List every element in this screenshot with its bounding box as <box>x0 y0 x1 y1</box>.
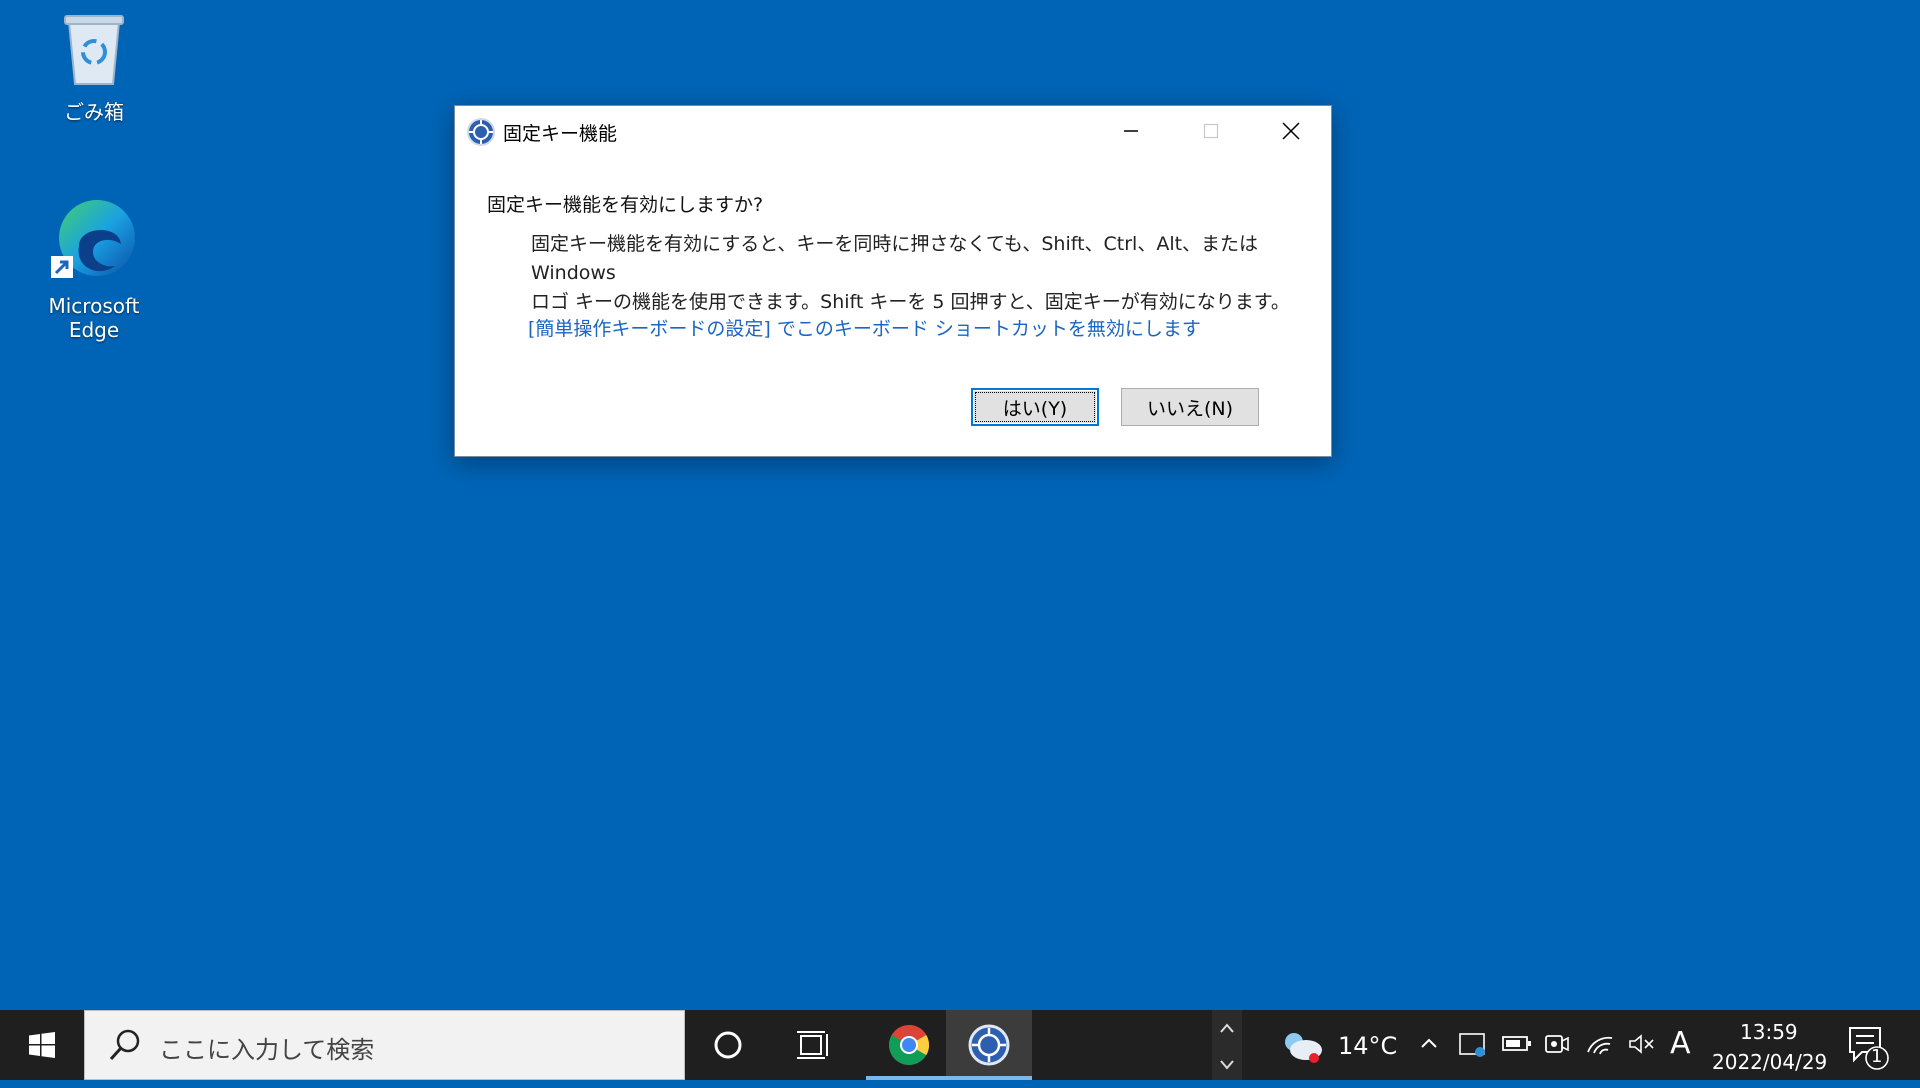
chevron-down-icon <box>1220 1060 1234 1070</box>
weather-temperature[interactable]: 14°C <box>1338 1032 1397 1060</box>
clock-time[interactable]: 13:59 <box>1740 1020 1798 1044</box>
close-button[interactable] <box>1251 106 1331 156</box>
cortana-button[interactable] <box>685 1010 771 1080</box>
show-hidden-icons-icon[interactable] <box>1418 1032 1440 1060</box>
title-bar[interactable]: 固定キー機能 <box>455 106 1331 156</box>
desktop-icon-edge[interactable]: Microsoft Edge <box>24 196 164 342</box>
task-view-icon <box>797 1031 828 1059</box>
weather-cloud-icon[interactable] <box>1280 1028 1326 1064</box>
dialog-question: 固定キー機能を有効にしますか? <box>487 194 764 216</box>
active-indicator <box>946 1076 1032 1080</box>
wifi-icon[interactable] <box>1586 1032 1614 1062</box>
ime-mode-indicator[interactable]: A <box>1670 1026 1691 1061</box>
yes-button[interactable]: はい(Y) <box>971 388 1099 426</box>
sticky-keys-dialog: 固定キー機能 固定キー機能を有効にしますか? 固定キー機能を有効にすると、キーを… <box>454 105 1332 457</box>
notification-count-badge: 1 <box>1871 1046 1883 1067</box>
dialog-body-line: 固定キー機能を有効にすると、キーを同時に押さなくても、Shift、Ctrl、Al… <box>531 233 1259 284</box>
dialog-title: 固定キー機能 <box>503 123 618 145</box>
close-icon <box>1282 122 1300 140</box>
active-indicator <box>866 1076 952 1080</box>
minimize-icon <box>1124 130 1138 132</box>
ease-of-access-icon <box>467 118 495 146</box>
chrome-icon <box>889 1025 929 1065</box>
search-box[interactable]: ここに入力して検索 <box>84 1010 685 1080</box>
notification-icon <box>1849 1027 1889 1070</box>
search-placeholder: ここに入力して検索 <box>159 1036 375 1064</box>
keyboard-settings-link[interactable]: [簡単操作キーボードの設定] でこのキーボード ショートカットを無効にします <box>528 314 1201 341</box>
windows-logo-icon <box>29 1032 55 1058</box>
recycle-bin-icon <box>64 15 124 85</box>
clock-date[interactable]: 2022/04/29 <box>1712 1050 1827 1074</box>
battery-icon[interactable] <box>1502 1032 1532 1060</box>
taskbar: ここに入力して検索 14°C A 13:59 2022/04/29 1 <box>0 1010 1920 1080</box>
chevron-up-icon <box>1220 1023 1234 1033</box>
search-icon <box>109 1029 140 1061</box>
task-view-button[interactable] <box>771 1010 857 1080</box>
minimize-button[interactable] <box>1091 106 1171 156</box>
notification-center-button[interactable]: 1 <box>1844 1022 1894 1072</box>
desktop-icon-label: Microsoft Edge <box>48 294 140 342</box>
maximize-button[interactable] <box>1171 106 1251 156</box>
taskbar-scroll[interactable] <box>1212 1010 1242 1080</box>
desktop-icon-recycle-bin[interactable]: ごみ箱 <box>24 10 164 125</box>
start-button[interactable] <box>0 1010 84 1080</box>
cortana-icon <box>714 1031 742 1059</box>
dialog-body-line: ロゴ キーの機能を使用できます。Shift キーを 5 回押すと、固定キーが有効… <box>531 291 1290 313</box>
dialog-body: 固定キー機能を有効にすると、キーを同時に押さなくても、Shift、Ctrl、Al… <box>531 230 1291 317</box>
chrome-taskbar-button[interactable] <box>866 1010 952 1080</box>
no-button[interactable]: いいえ(N) <box>1121 388 1259 426</box>
volume-muted-icon[interactable] <box>1628 1032 1656 1062</box>
desktop-icon-label: ごみ箱 <box>64 100 124 124</box>
camera-icon[interactable] <box>1544 1032 1570 1062</box>
sticky-keys-taskbar-button[interactable] <box>946 1010 1032 1080</box>
edge-icon <box>51 200 135 278</box>
action-tray-icon[interactable] <box>1458 1032 1486 1064</box>
ease-of-access-icon <box>968 1024 1010 1066</box>
maximize-icon <box>1203 123 1219 139</box>
